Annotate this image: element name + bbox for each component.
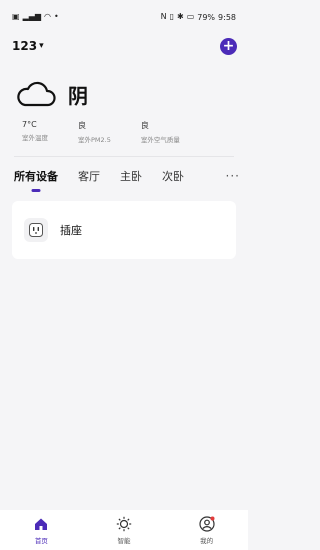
weather-stats: 7°C 室外温度 良 室外PM2.5 良 室外空气质量 [22, 120, 232, 144]
add-device-button[interactable]: + [220, 37, 237, 55]
stat-label: 室外PM2.5 [78, 136, 111, 144]
stat-value: 良 [140, 121, 149, 130]
status-time: 9:58 [218, 12, 236, 22]
stat-pm25: 良 室外PM2.5 [78, 120, 111, 144]
vibrate-icon: ▯ [169, 12, 174, 21]
status-right: N ▯ ✱ ▭ 79% 9:58 [161, 13, 236, 22]
nav-label: 我的 [200, 536, 214, 545]
stat-value: 良 [78, 121, 86, 130]
bluetooth-icon: ✱ [176, 12, 184, 21]
weather-condition: 阴 [68, 83, 88, 108]
nav-label: 智能 [117, 536, 131, 545]
stat-temperature: 7°C 室外温度 [22, 120, 48, 144]
socket-icon [24, 218, 48, 242]
sun-icon [116, 516, 132, 531]
socket-glyph [29, 223, 43, 237]
sim-icon: ▣ [12, 12, 20, 21]
home-selector[interactable]: 123 ▾ [12, 39, 44, 53]
weather-summary: 阴 [16, 74, 236, 114]
bottom-nav: 首页 智能 我的 [0, 510, 248, 550]
nav-smart[interactable]: 智能 [94, 516, 154, 545]
stat-air-quality: 良 室外空气质量 [141, 120, 180, 144]
more-icon[interactable]: ··· [226, 169, 240, 183]
home-name-label: 123 [12, 39, 38, 53]
signal-icon: ▂▄▆ [22, 12, 42, 21]
stat-value: 7°C [22, 120, 37, 129]
battery-percent: 79% [197, 12, 216, 22]
device-name: 插座 [60, 224, 82, 237]
stat-label: 室外空气质量 [140, 136, 180, 144]
chevron-down-icon: ▾ [39, 41, 44, 51]
nav-profile[interactable]: 我的 [177, 515, 237, 545]
battery-icon: ▭ [186, 12, 195, 21]
home-icon [35, 518, 48, 530]
stat-label: 室外温度 [22, 134, 48, 142]
cloud-icon [17, 81, 56, 107]
room-tabs: 所有设备 客厅 主卧 次卧 ··· [14, 164, 240, 188]
tab-second-bedroom[interactable]: 次卧 [162, 168, 184, 184]
nav-label: 首页 [34, 536, 48, 545]
tab-all-devices[interactable]: 所有设备 [14, 168, 58, 184]
tab-living-room[interactable]: 客厅 [78, 168, 100, 184]
status-left: ▣ ▂▄▆ ◠ • [12, 13, 59, 21]
status-bar: ▣ ▂▄▆ ◠ • N ▯ ✱ ▭ 79% 9:58 [0, 0, 248, 34]
user-icon [199, 515, 215, 532]
nfc-icon: N [160, 12, 167, 21]
wifi-icon: ◠ [44, 12, 52, 21]
dot-icon: • [54, 12, 59, 21]
plus-icon: + [222, 38, 235, 54]
nav-home[interactable]: 首页 [11, 516, 71, 545]
divider [14, 156, 234, 157]
tab-master-bedroom[interactable]: 主卧 [120, 168, 142, 184]
weather-panel: 阴 [16, 74, 236, 114]
device-card[interactable]: 插座 [12, 201, 236, 259]
header: 123 ▾ + [0, 34, 248, 58]
